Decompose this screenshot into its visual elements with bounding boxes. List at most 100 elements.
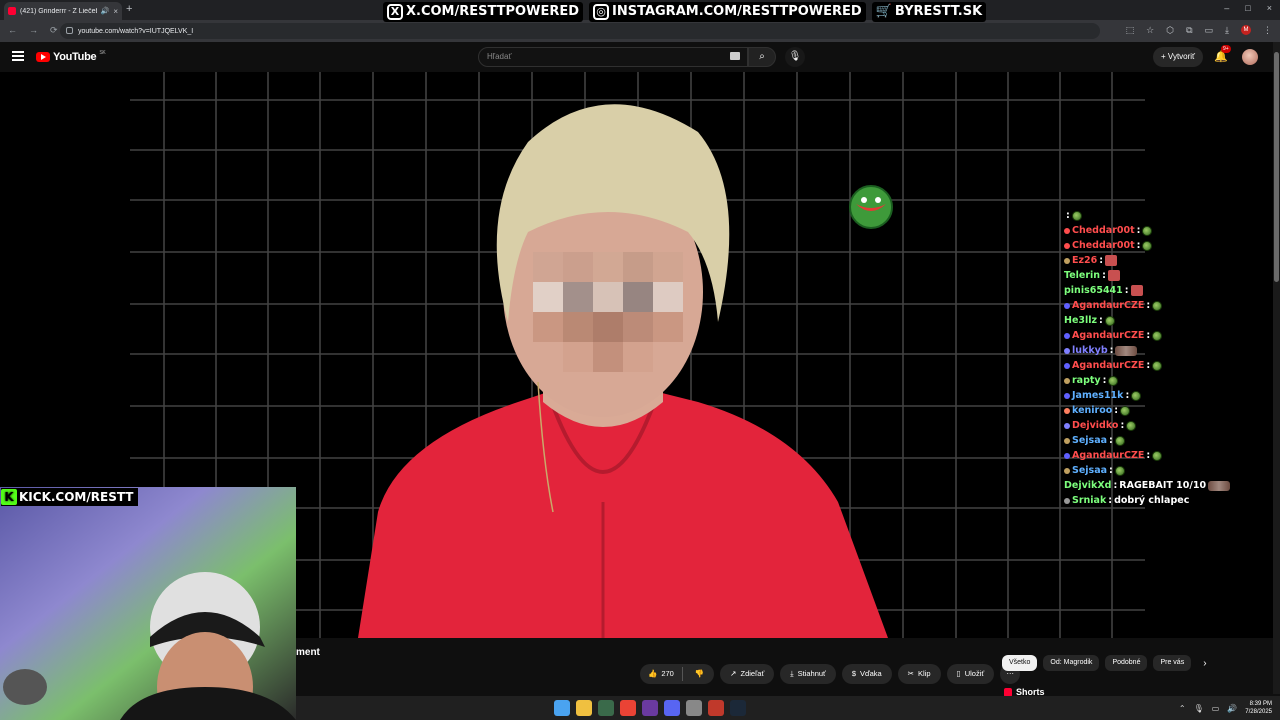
share-button[interactable]: ↗ Zdieľať (720, 664, 775, 684)
chat-username: AgandaurCZE (1072, 450, 1145, 461)
pepe-emote-icon (1108, 375, 1119, 386)
chat-message: AgandaurCZE: (1064, 448, 1274, 463)
tab-close-icon[interactable]: × (113, 7, 118, 16)
thanks-button[interactable]: $ Vďaka (841, 664, 892, 684)
search-input[interactable]: Hľadať (478, 47, 748, 67)
social-x: X X.COM/RESTTPOWERED (383, 2, 584, 22)
puzzle-icon[interactable]: ⧉ (1186, 25, 1192, 36)
sidebar-icon[interactable]: ▭ (1205, 25, 1214, 36)
mic-tray-icon[interactable]: 🎙 (1194, 704, 1204, 713)
download-button[interactable]: ⤓ Stiahnuť (780, 664, 836, 684)
youtube-logo[interactable]: YouTube SK (36, 50, 106, 63)
minimize-button[interactable]: – (1224, 3, 1229, 13)
chat-badge-icon (1064, 242, 1070, 249)
chip-from-channel[interactable]: Od: Magrodik (1043, 655, 1100, 671)
chat-message: He3llz: (1064, 313, 1274, 328)
forward-icon[interactable]: → (29, 25, 38, 36)
chat-message: James11k: (1064, 388, 1274, 403)
chat-username: DejvikXd (1064, 480, 1112, 491)
bookmark-icon: ▯ (956, 669, 961, 678)
create-button[interactable]: + Vytvoriť (1153, 47, 1204, 67)
search-button[interactable]: ⌕ (748, 47, 776, 67)
pepe-emote-icon (1071, 210, 1082, 221)
taskbar-app-icon[interactable] (576, 700, 592, 716)
like-button[interactable]: 👍 270 (640, 667, 683, 681)
instagram-icon: ◎ (593, 4, 610, 20)
bookmark-star-icon[interactable]: ☆ (1146, 25, 1154, 36)
download-icon[interactable]: ⤓ (1225, 25, 1229, 36)
dislike-button[interactable]: 👎 (687, 664, 714, 684)
reload-icon[interactable]: ⟳ (50, 25, 58, 36)
chat-message: keniroo: (1064, 403, 1274, 418)
tray-chevron-icon[interactable]: ⌃ (1179, 704, 1186, 713)
network-icon[interactable]: ▭ (1212, 704, 1220, 713)
clip-button[interactable]: ✂ Klip (897, 664, 941, 684)
windows-taskbar: ⌃ 🎙 ▭ 🔊 8:39 PM 7/28/2025 (296, 696, 1280, 720)
chat-badge-icon (1064, 452, 1070, 459)
install-icon[interactable]: ⬚ (1126, 25, 1135, 36)
profile-avatar[interactable]: M (1241, 25, 1251, 35)
chat-username: Telerin (1064, 270, 1101, 281)
taskbar-app-icon[interactable] (664, 700, 680, 716)
x-icon: X (387, 4, 403, 20)
menu-dots-icon[interactable]: ⋮ (1263, 25, 1272, 36)
page-scrollbar[interactable] (1273, 42, 1280, 694)
taskbar-app-icon[interactable] (598, 700, 614, 716)
extension-icon[interactable]: ⬡ (1166, 25, 1174, 36)
chat-username: He3llz (1064, 315, 1098, 326)
chat-separator: : (1114, 405, 1119, 416)
new-tab-button[interactable]: + (126, 3, 132, 15)
taskbar-app-icon[interactable] (708, 700, 724, 716)
pepe-emote-icon (1152, 300, 1163, 311)
chat-separator: : (1136, 240, 1141, 251)
chat-username: rapty (1072, 375, 1101, 386)
chat-separator: : (1146, 330, 1151, 341)
save-button[interactable]: ▯ Uložiť (946, 664, 995, 684)
taskbar-app-icon[interactable] (642, 700, 658, 716)
social-instagram-text: INSTAGRAM.COM/RESTTPOWERED (612, 4, 862, 19)
taskbar-app-icon[interactable] (554, 700, 570, 716)
chat-message: AgandaurCZE: (1064, 328, 1274, 343)
keyboard-icon[interactable] (730, 52, 740, 60)
pepe-emote-icon (1142, 225, 1153, 236)
taskbar-app-icon[interactable] (620, 700, 636, 716)
social-x-text: X.COM/RESTTPOWERED (406, 4, 580, 19)
account-avatar[interactable] (1242, 49, 1258, 65)
pepe-emote-icon (1142, 240, 1153, 251)
taskbar-app-icon[interactable] (730, 700, 746, 716)
chat-badge-icon (1064, 467, 1070, 474)
volume-icon[interactable]: 🔊 (1227, 704, 1237, 713)
chat-separator: : (1102, 375, 1107, 386)
download-icon: ⤓ (790, 669, 794, 678)
video-person-pixelated (358, 104, 888, 638)
chat-username: Ez26 (1072, 255, 1098, 266)
hamburger-menu-icon[interactable] (12, 51, 24, 61)
video-title: ment (296, 647, 320, 658)
chevron-right-icon[interactable]: › (1203, 658, 1206, 669)
chat-message: rapty: (1064, 373, 1274, 388)
chat-separator: : (1146, 300, 1151, 311)
back-icon[interactable]: ← (8, 25, 17, 36)
chat-separator: : (1109, 465, 1113, 476)
taskbar-app-icon[interactable] (686, 700, 702, 716)
chat-username: AgandaurCZE (1072, 330, 1145, 341)
chat-separator: : (1136, 225, 1141, 236)
chip-for-you[interactable]: Pre vás (1153, 655, 1192, 671)
chat-message: AgandaurCZE: (1064, 358, 1274, 373)
address-bar[interactable]: youtube.com/watch?v=IUTJQELVK_I (60, 23, 1100, 39)
browser-tab[interactable]: (421) Grinderrr - Z Liečebr 🔊 × (4, 2, 122, 20)
scrollbar-thumb[interactable] (1274, 52, 1279, 282)
streamer-webcam (0, 487, 296, 720)
close-window-button[interactable]: × (1267, 3, 1272, 13)
maximize-button[interactable]: □ (1245, 3, 1250, 13)
voice-search-button[interactable]: 🎙 (785, 47, 805, 67)
chat-separator: : (1099, 315, 1103, 326)
pepe-emote-icon (1120, 405, 1131, 416)
chat-badge-icon (1064, 257, 1070, 264)
speaker-icon[interactable]: 🔊 (101, 7, 110, 15)
site-info-icon[interactable] (66, 27, 73, 34)
chip-related[interactable]: Podobné (1105, 655, 1148, 671)
chat-message: lukkyb: (1064, 343, 1274, 358)
chip-all[interactable]: Všetko (1002, 655, 1038, 671)
clock[interactable]: 8:39 PM 7/28/2025 (1245, 700, 1272, 716)
